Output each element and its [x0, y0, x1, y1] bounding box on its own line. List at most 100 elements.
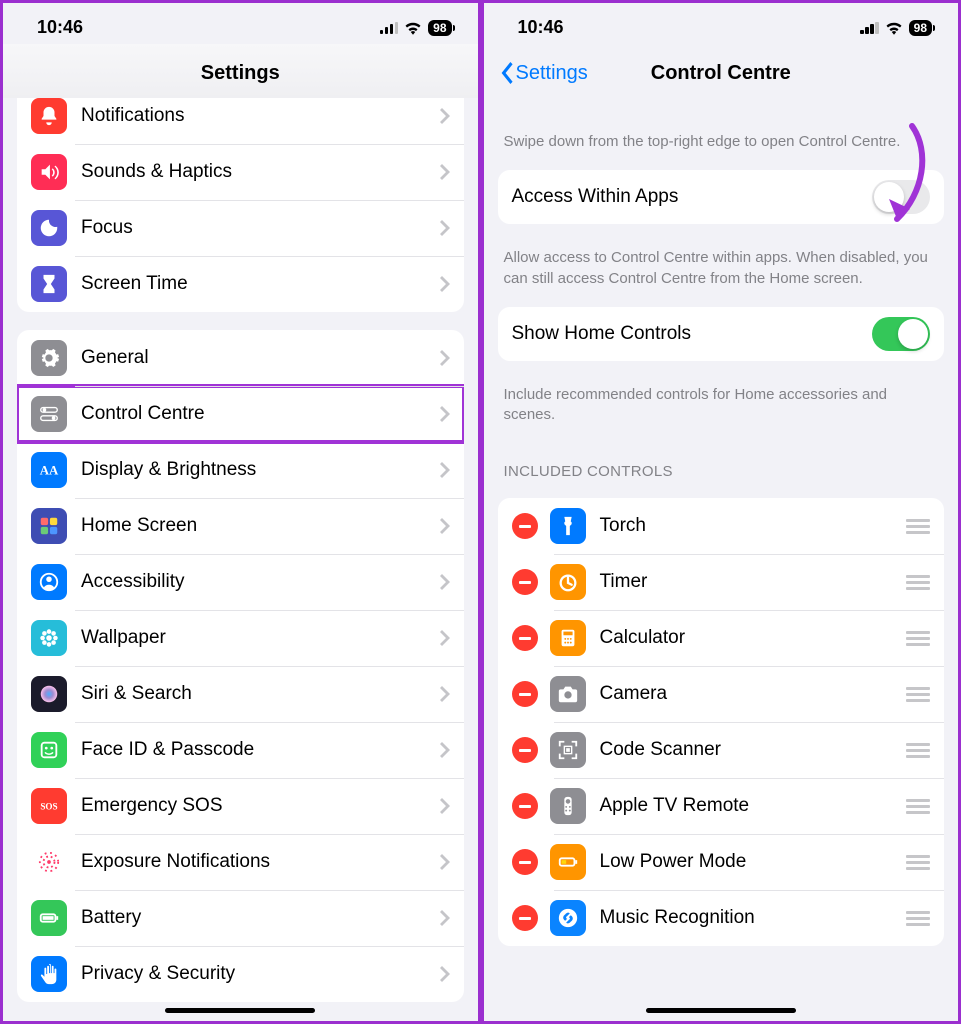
row-label: Accessibility — [81, 571, 440, 593]
control-row-torch: Torch — [498, 498, 945, 554]
settings-row-accessibility[interactable]: Accessibility — [17, 554, 464, 610]
status-time: 10:46 — [37, 17, 83, 38]
settings-row-sounds-haptics[interactable]: Sounds & Haptics — [17, 144, 464, 200]
drag-handle[interactable] — [896, 911, 930, 926]
svg-text:AA: AA — [40, 464, 59, 478]
qr-icon — [550, 732, 586, 768]
control-row-calculator: Calculator — [498, 610, 945, 666]
chevron-right-icon — [440, 108, 450, 124]
show-home-controls-toggle[interactable] — [872, 317, 930, 351]
control-row-low-power-mode: Low Power Mode — [498, 834, 945, 890]
settings-row-display-brightness[interactable]: AADisplay & Brightness — [17, 442, 464, 498]
control-row-timer: Timer — [498, 554, 945, 610]
control-label: Timer — [600, 571, 897, 593]
included-controls-header: Included Controls — [484, 433, 959, 488]
drag-handle[interactable] — [896, 743, 930, 758]
home-footer: Include recommended controls for Home ac… — [484, 379, 959, 434]
chevron-right-icon — [440, 574, 450, 590]
home-indicator[interactable] — [165, 1008, 315, 1013]
settings-row-screen-time[interactable]: Screen Time — [17, 256, 464, 312]
row-label: Wallpaper — [81, 627, 440, 649]
hourglass-icon — [31, 266, 67, 302]
grid-icon — [31, 508, 67, 544]
settings-row-focus[interactable]: Focus — [17, 200, 464, 256]
drag-handle[interactable] — [896, 855, 930, 870]
settings-row-general[interactable]: General — [17, 330, 464, 386]
chevron-right-icon — [440, 854, 450, 870]
settings-row-privacy-security[interactable]: Privacy & Security — [17, 946, 464, 1002]
row-label: Home Screen — [81, 515, 440, 537]
settings-row-face-id-passcode[interactable]: Face ID & Passcode — [17, 722, 464, 778]
page-title: Settings — [3, 62, 478, 85]
control-label: Code Scanner — [600, 739, 897, 761]
gear-icon — [31, 340, 67, 376]
lowpower-icon — [550, 844, 586, 880]
chevron-right-icon — [440, 518, 450, 534]
battery-icon — [31, 900, 67, 936]
status-bar: 10:46 98 — [484, 3, 959, 44]
row-label: Exposure Notifications — [81, 851, 440, 873]
chevron-right-icon — [440, 910, 450, 926]
nav-header: Settings — [3, 44, 478, 98]
aa-icon: AA — [31, 452, 67, 488]
siri-icon — [31, 676, 67, 712]
access-footer: Allow access to Control Centre within ap… — [484, 242, 959, 297]
remove-button[interactable] — [512, 737, 538, 763]
show-home-controls-label: Show Home Controls — [512, 323, 873, 345]
settings-row-emergency-sos[interactable]: SOSEmergency SOS — [17, 778, 464, 834]
shazam-icon — [550, 900, 586, 936]
row-label: Privacy & Security — [81, 963, 440, 985]
cellular-signal-icon — [380, 22, 399, 34]
exposure-icon — [31, 844, 67, 880]
chevron-right-icon — [440, 686, 450, 702]
settings-row-home-screen[interactable]: Home Screen — [17, 498, 464, 554]
drag-handle[interactable] — [896, 575, 930, 590]
remove-button[interactable] — [512, 681, 538, 707]
drag-handle[interactable] — [896, 687, 930, 702]
row-label: Face ID & Passcode — [81, 739, 440, 761]
remove-button[interactable] — [512, 793, 538, 819]
timer-icon — [550, 564, 586, 600]
wifi-icon — [404, 21, 422, 35]
remove-button[interactable] — [512, 513, 538, 539]
drag-handle[interactable] — [896, 631, 930, 646]
remove-button[interactable] — [512, 905, 538, 931]
chevron-right-icon — [440, 462, 450, 478]
control-label: Music Recognition — [600, 907, 897, 929]
chevron-right-icon — [440, 350, 450, 366]
home-indicator[interactable] — [646, 1008, 796, 1013]
switches-icon — [31, 396, 67, 432]
camera-icon — [550, 676, 586, 712]
row-label: Focus — [81, 217, 440, 239]
access-within-apps-toggle[interactable] — [872, 180, 930, 214]
settings-row-siri-search[interactable]: Siri & Search — [17, 666, 464, 722]
settings-content[interactable]: Notifications Sounds & Haptics Focus Screen… — [3, 98, 478, 1021]
row-label: Notifications — [81, 105, 440, 127]
control-row-apple-tv-remote: Apple TV Remote — [498, 778, 945, 834]
back-button[interactable]: Settings — [498, 62, 588, 85]
row-label: Siri & Search — [81, 683, 440, 705]
calc-icon — [550, 620, 586, 656]
drag-handle[interactable] — [896, 519, 930, 534]
remove-button[interactable] — [512, 569, 538, 595]
face-icon — [31, 732, 67, 768]
control-row-code-scanner: Code Scanner — [498, 722, 945, 778]
settings-row-wallpaper[interactable]: Wallpaper — [17, 610, 464, 666]
status-bar: 10:46 98 — [3, 3, 478, 44]
control-centre-content[interactable]: Swipe down from the top-right edge to op… — [484, 98, 959, 1021]
settings-row-exposure-notifications[interactable]: Exposure Notifications — [17, 834, 464, 890]
settings-row-battery[interactable]: Battery — [17, 890, 464, 946]
hand-icon — [31, 956, 67, 992]
chevron-right-icon — [440, 406, 450, 422]
torch-icon — [550, 508, 586, 544]
drag-handle[interactable] — [896, 799, 930, 814]
settings-row-control-centre[interactable]: Control Centre — [17, 386, 464, 442]
remove-button[interactable] — [512, 849, 538, 875]
settings-row-notifications[interactable]: Notifications — [17, 98, 464, 144]
battery-level-icon: 98 — [428, 20, 451, 36]
svg-text:SOS: SOS — [40, 802, 57, 812]
remove-button[interactable] — [512, 625, 538, 651]
chevron-right-icon — [440, 276, 450, 292]
row-label: Battery — [81, 907, 440, 929]
back-label: Settings — [516, 62, 588, 85]
